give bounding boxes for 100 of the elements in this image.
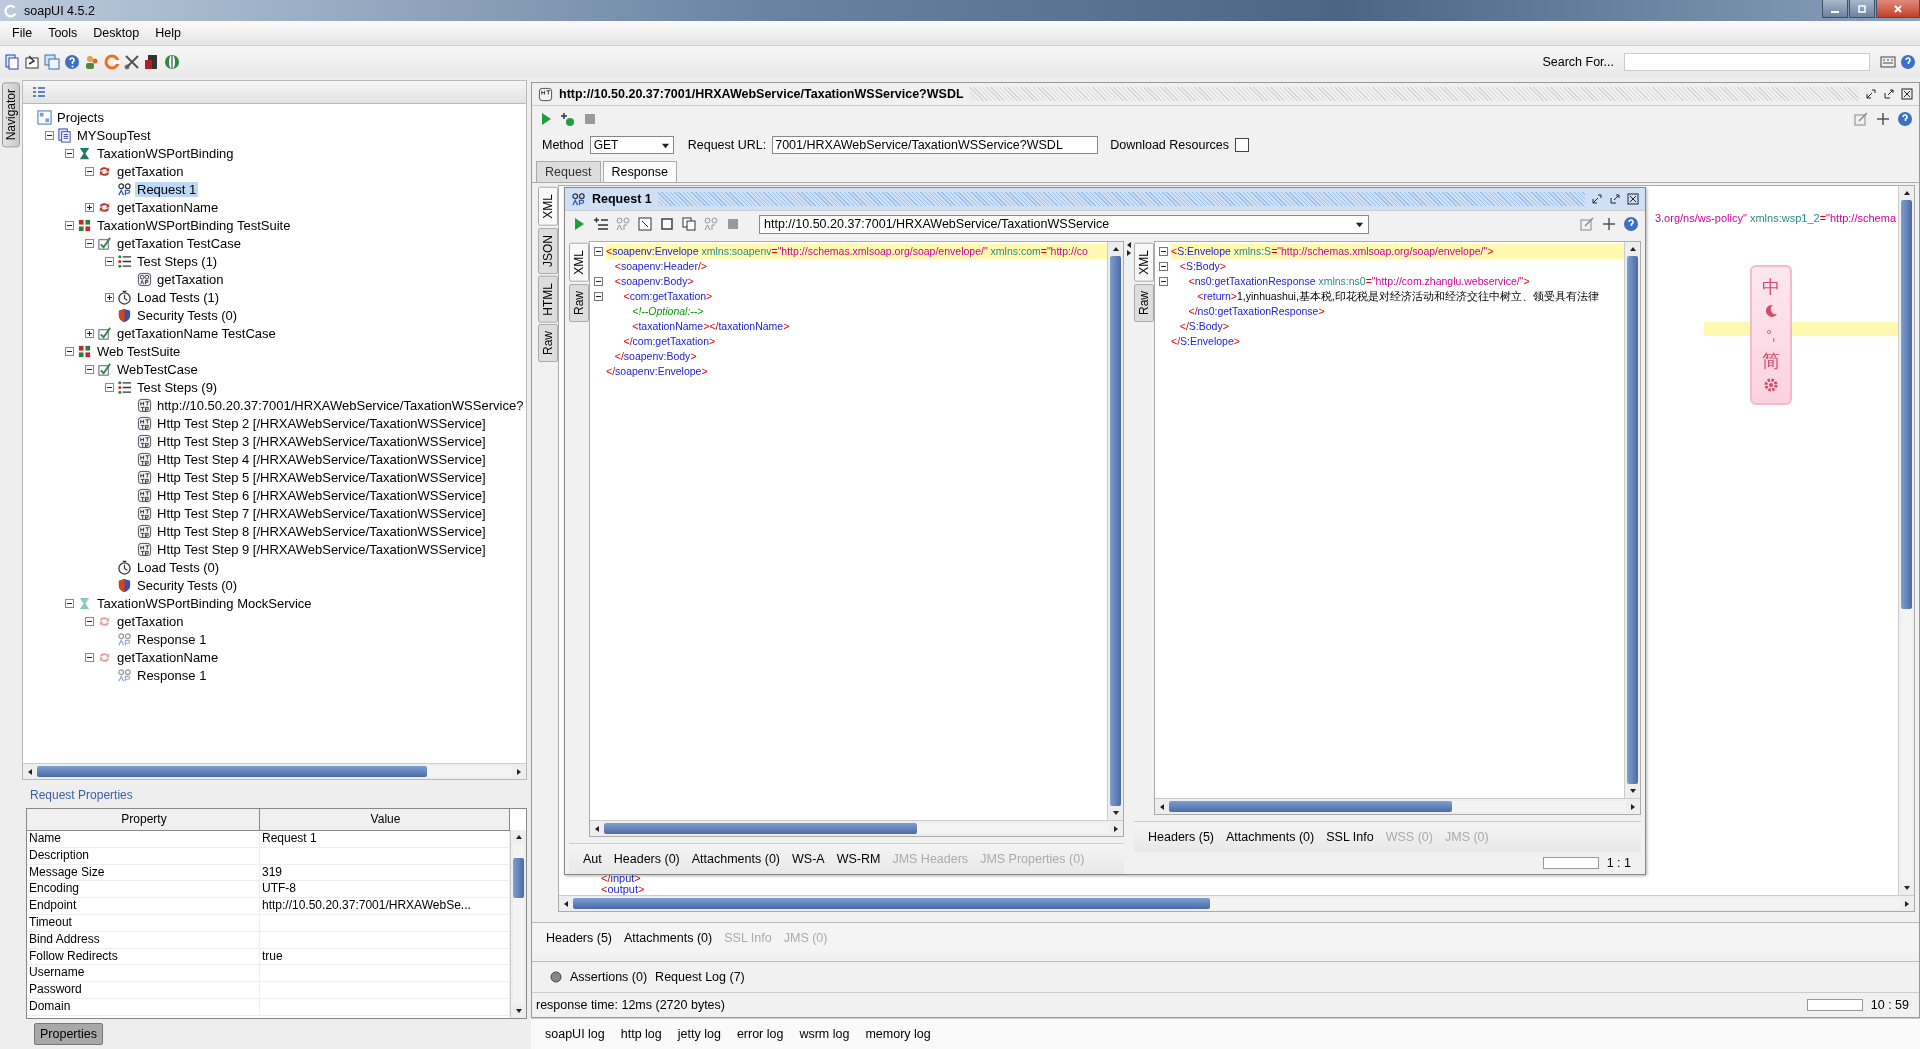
tree-item[interactable]: MYSoupTest [75,127,153,143]
tree-item[interactable]: Load Tests (0) [135,559,222,575]
expand-icon[interactable] [85,328,94,338]
endpoint-dropdown[interactable]: http://10.50.20.37:7001/HRXAWebService/TaxationWSService [759,214,1369,234]
tool-icon[interactable] [1579,216,1595,232]
collapse-icon[interactable] [105,256,114,266]
collapse-icon[interactable] [65,346,74,356]
scrollbar-thumb[interactable] [513,858,524,898]
tree-item[interactable]: http://10.50.20.37:7001/HRXAWebService/TaxationWSService? [155,397,526,413]
fold-icon[interactable] [1158,247,1168,256]
tree-item[interactable]: getTaxation [115,613,186,629]
tree-item[interactable]: Http Test Step 7 [/HRXAWebService/TaxationWSService] [155,505,488,521]
side-tab[interactable]: JSON [538,227,558,274]
tree-item[interactable]: Http Test Step 3 [/HRXAWebService/TaxationWSService] [155,433,488,449]
side-tab[interactable]: XML [1134,243,1154,282]
editor-tab[interactable]: Response [602,161,677,182]
tool-icon[interactable] [1853,111,1869,127]
scroll-left-icon[interactable] [593,824,601,833]
expand-icon[interactable] [105,292,114,302]
collapse-icon[interactable] [85,652,94,662]
maximize-button[interactable] [1849,0,1875,18]
globe-icon[interactable] [164,54,180,70]
column-header[interactable]: Property [27,809,260,830]
panel-tab[interactable]: Attachments (0) [624,931,713,945]
splitter-arrows-icon[interactable] [1125,241,1133,257]
panel-tab[interactable]: WS-RM [836,852,881,866]
panel-tab[interactable]: Attachments (0) [691,852,780,866]
collapse-icon[interactable] [45,130,54,140]
fold-icon[interactable] [593,247,603,256]
expand-icon[interactable] [85,202,94,212]
tree-item[interactable]: Test Steps (9) [135,379,220,395]
tree-item[interactable]: Http Test Step 8 [/HRXAWebService/TaxationWSService] [155,523,488,539]
list-icon[interactable] [31,84,47,100]
editor-tab[interactable]: Request [536,161,601,182]
panel-tab[interactable]: Headers (5) [546,931,612,945]
tools-icon[interactable] [124,54,140,70]
side-tab[interactable]: XML [569,243,589,282]
scroll-left-icon[interactable] [562,899,570,908]
panel-tab[interactable]: Attachments (0) [1226,830,1315,844]
moon-icon[interactable] [1763,303,1779,319]
method-dropdown[interactable]: GET [589,136,674,154]
minimize-icon[interactable] [1865,88,1877,100]
tree-item[interactable]: Load Tests (1) [135,289,222,305]
tree-item[interactable]: TaxationWSPortBinding MockService [95,595,314,611]
tree-item[interactable]: Http Test Step 9 [/HRXAWebService/TaxationWSService] [155,541,488,557]
tree-item[interactable]: TaxationWSPortBinding TestSuite [95,217,293,233]
collapse-icon[interactable] [85,238,94,248]
collapse-icon[interactable] [105,382,114,392]
panel-tab[interactable]: Headers (5) [1148,830,1214,844]
tree-item[interactable]: getTaxationName TestCase [115,325,278,341]
plus-icon[interactable] [1601,216,1617,232]
panel-tab[interactable]: SSL Info [1326,830,1374,844]
collapse-icon[interactable] [85,364,94,374]
tree-item[interactable]: getTaxation [115,163,186,179]
refresh-icon[interactable] [104,54,120,70]
help-icon[interactable] [64,54,80,70]
maximize-icon[interactable] [1609,193,1621,205]
scroll-right-icon[interactable] [1629,802,1637,811]
gear-icon[interactable] [1763,377,1779,393]
window-icon[interactable] [637,216,653,232]
column-header[interactable]: Value [260,809,510,830]
download-checkbox[interactable] [1235,138,1250,152]
side-tab[interactable]: XML [538,187,558,226]
menu-item[interactable]: Tools [40,24,86,42]
inspector-tab[interactable]: Request Log (7) [655,970,745,984]
scrollbar-thumb[interactable] [1901,200,1912,609]
search-field[interactable] [1624,53,1870,71]
tree-item[interactable]: getTaxationName [115,649,221,665]
side-tab[interactable]: HTML [538,275,558,323]
tree-item[interactable]: WebTestCase [115,361,200,377]
menu-item[interactable]: File [4,24,41,42]
tree-item[interactable]: Security Tests (0) [135,307,240,323]
scrollbar-thumb[interactable] [1627,256,1638,784]
add-step-icon[interactable] [560,111,576,127]
tree-item[interactable]: Response 1 [135,667,209,683]
tree-item[interactable]: Http Test Step 5 [/HRXAWebService/TaxationWSService] [155,469,488,485]
scroll-right-icon[interactable] [515,767,523,776]
tree-item[interactable]: Projects [55,109,106,125]
tree-item[interactable]: Response 1 [135,631,209,647]
scrollbar-thumb[interactable] [37,766,427,777]
properties-tab[interactable]: Properties [34,1023,103,1046]
users-icon[interactable] [84,54,100,70]
copy-icon[interactable] [681,216,697,232]
scrollbar-thumb[interactable] [1169,801,1453,812]
scroll-up-icon[interactable] [514,833,523,841]
help-icon[interactable] [1623,216,1639,232]
navigator-tab[interactable]: Navigator [2,82,20,148]
scrollbar-thumb[interactable] [573,898,1210,909]
tree-item[interactable]: getTaxation [155,271,226,287]
collapse-icon[interactable] [65,220,74,230]
minimize-button[interactable] [1822,0,1848,18]
scroll-up-icon[interactable] [1111,245,1120,253]
minimize-icon[interactable] [1591,193,1603,205]
scroll-up-icon[interactable] [1902,189,1911,197]
collapse-icon[interactable] [85,616,94,626]
close-button[interactable] [1876,0,1920,18]
scroll-up-icon[interactable] [1628,245,1637,253]
help-icon[interactable] [1900,54,1916,70]
tree-item[interactable]: Security Tests (0) [135,577,240,593]
scroll-right-icon[interactable] [1903,899,1911,908]
